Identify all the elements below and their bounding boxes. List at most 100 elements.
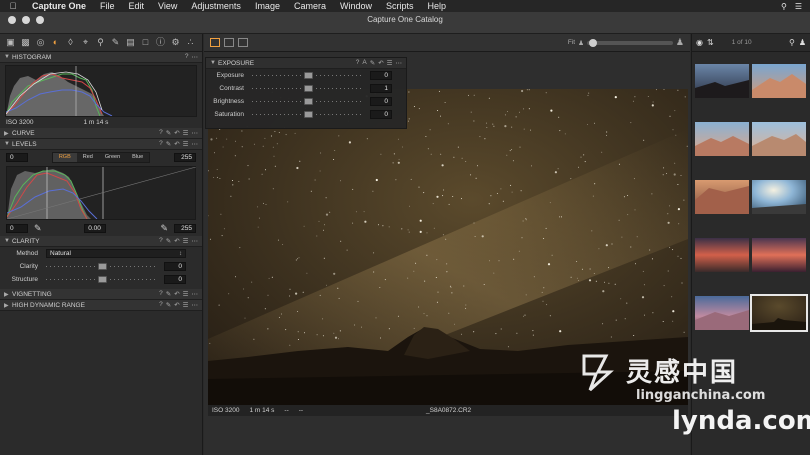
contrast-slider-knob[interactable] (303, 85, 313, 92)
more-icon[interactable]: ⋯ (192, 237, 199, 245)
levels-midpoint[interactable]: 0.00 (83, 223, 106, 233)
menu-app[interactable]: Capture One (26, 1, 93, 11)
saturation-value[interactable]: 0 (370, 110, 392, 119)
black-picker-icon[interactable]: ✎ (34, 223, 42, 234)
more-icon[interactable]: ⋯ (396, 59, 403, 67)
saturation-slider[interactable] (252, 110, 364, 119)
reset-icon[interactable]: ↶ (174, 140, 179, 148)
user-icon[interactable]: ♟ (799, 38, 806, 47)
contrast-value[interactable]: 1 (370, 84, 392, 93)
help-icon[interactable]: ? (159, 290, 163, 298)
capture-tab-icon[interactable]: ▩ (20, 37, 31, 48)
menu-camera[interactable]: Camera (287, 1, 333, 11)
exposure-header[interactable]: ▼ EXPOSURE ? A ✎ ↶ ☰ ⋯ (206, 58, 406, 69)
reset-icon[interactable]: ↶ (174, 237, 179, 245)
fit-label[interactable]: Fit (568, 39, 575, 46)
help-icon[interactable]: ? (356, 59, 360, 67)
channel-tab-rgb[interactable]: RGB (52, 152, 77, 162)
thumbnail[interactable] (695, 296, 749, 330)
channel-tab-green[interactable]: Green (99, 153, 126, 162)
presets-icon[interactable]: ☰ (387, 59, 393, 67)
library-tab-icon[interactable]: ▣ (5, 37, 16, 48)
clarity-header[interactable]: ▼ CLARITY ? ✎ ↶ ☰ ⋯ (0, 236, 202, 247)
saturation-slider-knob[interactable] (303, 111, 313, 118)
histogram-header[interactable]: ▼ HISTOGRAM ? ⋯ (0, 52, 202, 63)
styles-tab-icon[interactable]: ∴ (185, 37, 196, 48)
brightness-value[interactable]: 0 (370, 97, 392, 106)
help-icon[interactable]: ? (159, 129, 163, 137)
expand-triangle-icon[interactable]: ▶ (4, 130, 12, 137)
structure-slider-knob[interactable] (97, 276, 107, 283)
structure-slider[interactable] (46, 275, 158, 284)
reset-icon[interactable]: ↶ (174, 301, 179, 309)
presets-icon[interactable]: ☰ (183, 140, 189, 148)
levels-header[interactable]: ▼ LEVELS ? ✎ ↶ ☰ ⋯ (0, 139, 202, 150)
reset-icon[interactable]: ↶ (378, 59, 383, 67)
contrast-slider[interactable] (252, 84, 364, 93)
more-icon[interactable]: ⋯ (192, 290, 199, 298)
curve-header[interactable]: ▶ CURVE ? ✎ ↶ ☰ ⋯ (0, 128, 202, 139)
output-tab-icon[interactable]: □ (140, 37, 151, 48)
single-view-button[interactable] (224, 38, 234, 47)
menu-help[interactable]: Help (421, 1, 454, 11)
presets-icon[interactable]: ☰ (183, 129, 189, 137)
thumbnail[interactable] (695, 64, 749, 98)
brightness-slider-knob[interactable] (303, 98, 313, 105)
exposure-tab-icon[interactable]: ◐ (50, 37, 61, 48)
thumbnail[interactable] (695, 180, 749, 214)
thumbnail[interactable] (752, 64, 806, 98)
zoom-slider-knob[interactable] (588, 38, 597, 47)
search-icon[interactable]: ⚲ (789, 38, 795, 47)
collapse-triangle-icon[interactable]: ▼ (4, 238, 12, 244)
levels-input-low[interactable]: 0 (6, 152, 28, 162)
menu-edit[interactable]: Edit (122, 1, 152, 11)
collapse-triangle-icon[interactable]: ▼ (4, 141, 12, 147)
more-icon[interactable]: ⋯ (192, 129, 199, 137)
adjust-brush-tab-icon[interactable]: ✎ (110, 37, 121, 48)
menu-file[interactable]: File (93, 1, 122, 11)
vignetting-header[interactable]: ▶ VIGNETTING ? ✎ ↶ ☰ ⋯ (0, 289, 202, 300)
crop-tab-icon[interactable]: ⌖ (80, 37, 91, 48)
search-icon[interactable]: ⚲ (781, 2, 787, 11)
menu-window[interactable]: Window (333, 1, 379, 11)
settings-tab-icon[interactable]: ⚙ (170, 37, 181, 48)
presets-icon[interactable]: ☰ (183, 301, 189, 309)
info-tab-icon[interactable]: ⓘ (155, 37, 166, 48)
collapse-triangle-icon[interactable]: ▼ (210, 60, 218, 66)
apple-icon[interactable]:  (0, 1, 26, 11)
help-icon[interactable]: ? (159, 140, 163, 148)
picker-icon[interactable]: ✎ (166, 140, 171, 148)
sort-icon[interactable]: ⇅ (707, 38, 714, 47)
menu-image[interactable]: Image (248, 1, 287, 11)
clarity-value[interactable]: 0 (164, 262, 186, 271)
presets-icon[interactable]: ☰ (183, 237, 189, 245)
levels-output-low[interactable]: 0 (6, 223, 28, 233)
reset-icon[interactable]: ↶ (174, 290, 179, 298)
exposure-slider-knob[interactable] (303, 72, 313, 79)
multi-view-button[interactable] (210, 38, 220, 47)
details-tab-icon[interactable]: ⚲ (95, 37, 106, 48)
hdr-header[interactable]: ▶ HIGH DYNAMIC RANGE ? ✎ ↶ ☰ ⋯ (0, 300, 202, 311)
main-photo[interactable] (208, 89, 688, 405)
picker-icon[interactable]: ✎ (166, 129, 171, 137)
zoom-slider[interactable] (586, 38, 673, 47)
metadata-tab-icon[interactable]: ▤ (125, 37, 136, 48)
auto-icon[interactable]: A (362, 59, 366, 67)
method-select[interactable]: Natural ↕ (46, 249, 186, 258)
menu-adjustments[interactable]: Adjustments (184, 1, 248, 11)
thumbnail-selected[interactable] (750, 294, 808, 332)
channel-tab-red[interactable]: Red (77, 153, 99, 162)
color-tab-icon[interactable]: ◊ (65, 37, 76, 48)
reset-icon[interactable]: ↶ (174, 129, 179, 137)
white-picker-icon[interactable]: ✎ (160, 223, 168, 234)
help-icon[interactable]: ? (185, 53, 189, 61)
thumbnail[interactable] (695, 122, 749, 156)
more-icon[interactable]: ⋯ (192, 301, 199, 309)
proof-view-button[interactable] (238, 38, 248, 47)
eye-icon[interactable]: ◉ (696, 38, 703, 47)
clarity-slider[interactable] (46, 262, 158, 271)
picker-icon[interactable]: ✎ (166, 301, 171, 309)
brightness-slider[interactable] (252, 97, 364, 106)
more-icon[interactable]: ⋯ (192, 53, 199, 61)
thumbnail[interactable] (752, 122, 806, 156)
